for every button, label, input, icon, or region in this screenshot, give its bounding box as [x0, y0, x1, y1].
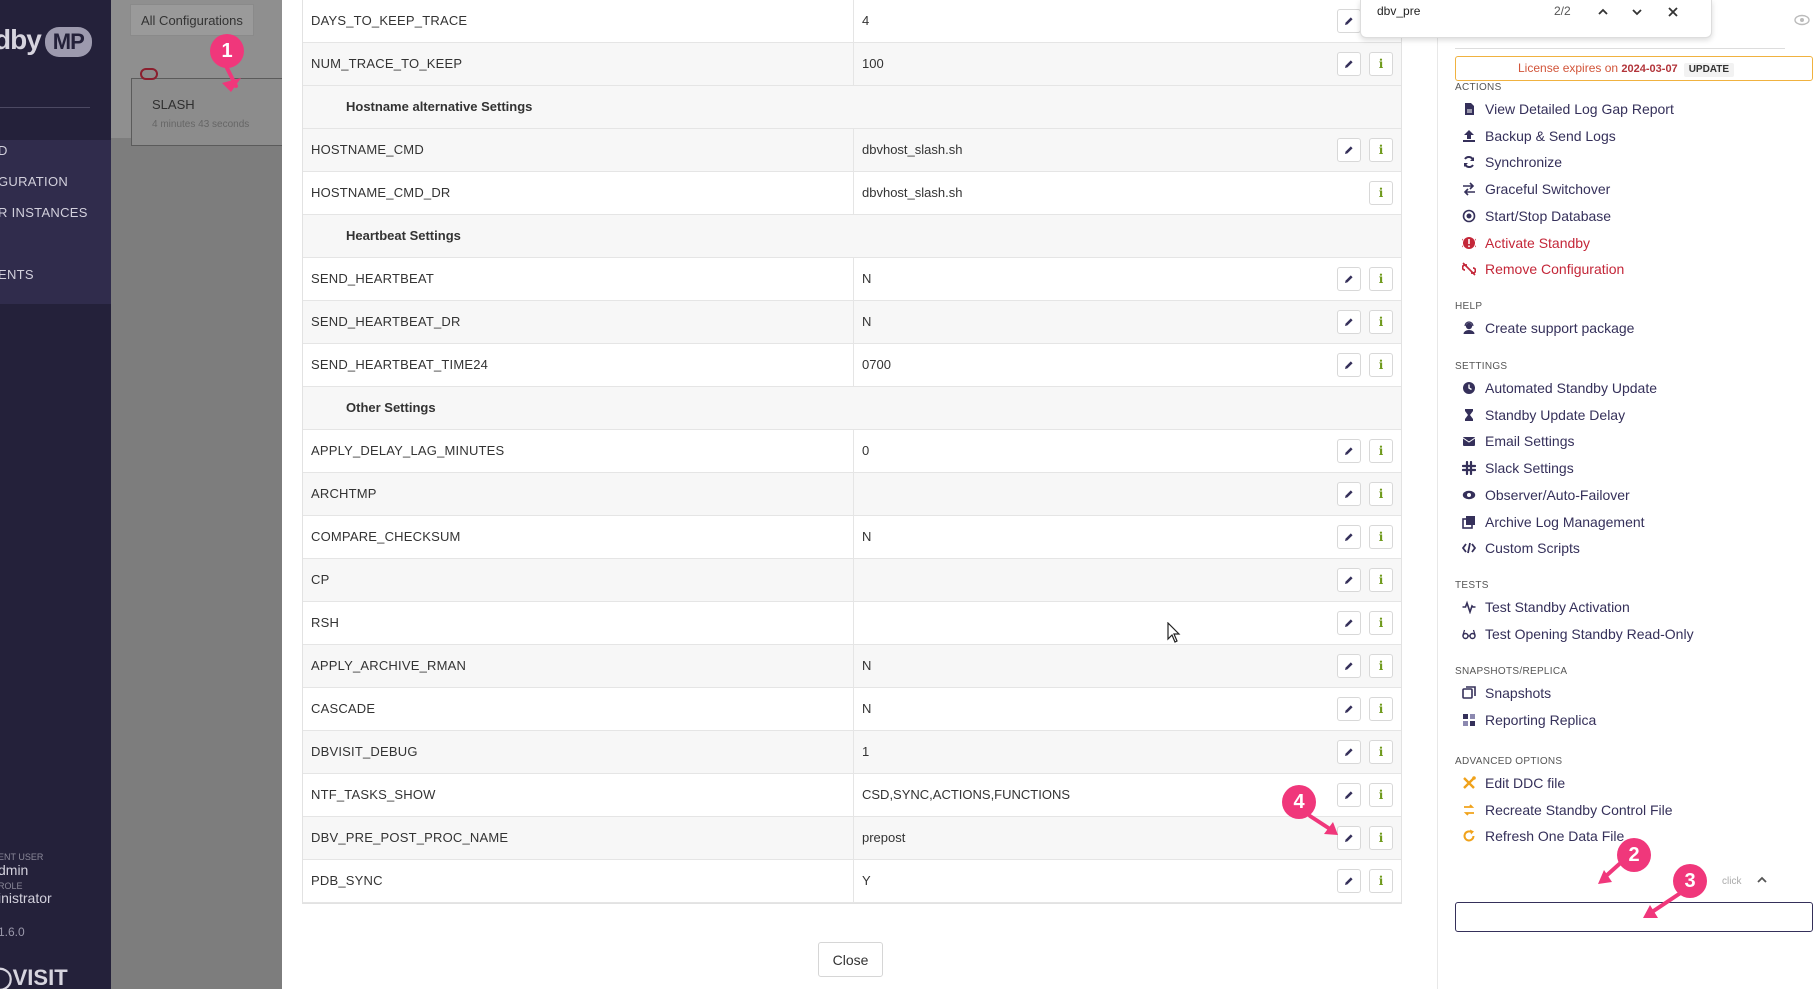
annotation-marker-3: 3: [1673, 864, 1707, 898]
annotation-marker-4: 4: [1282, 785, 1316, 819]
annotation-marker-1: 1: [210, 34, 244, 68]
annotation-marker-2: 2: [1617, 838, 1651, 872]
annotation-arrows: [222, 64, 1684, 918]
